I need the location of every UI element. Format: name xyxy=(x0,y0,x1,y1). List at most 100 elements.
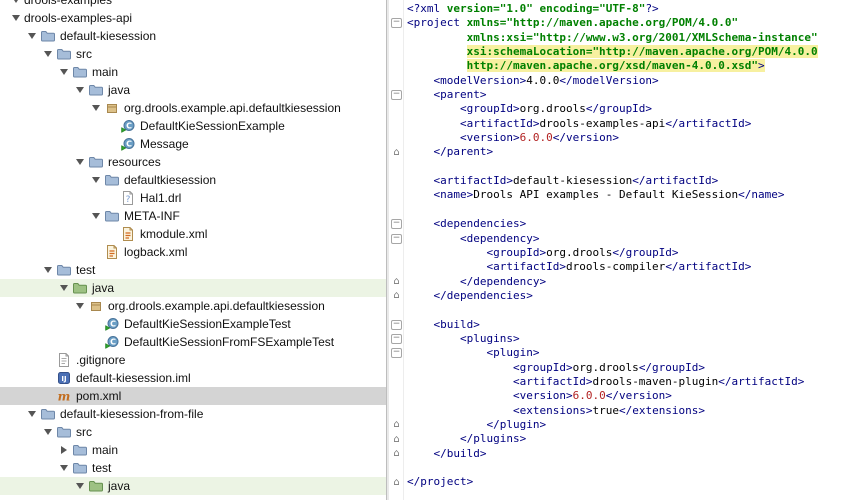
tree-row[interactable]: m pom.xml xyxy=(0,387,386,405)
chevron-down-icon[interactable] xyxy=(8,0,24,8)
code-segment: org.drools xyxy=(573,361,639,374)
tree-row[interactable]: CDefaultKieSessionExample xyxy=(0,117,386,135)
code-line: <extensions>true</extensions> xyxy=(407,404,818,418)
fold-close-icon[interactable]: ⌂ xyxy=(391,420,402,430)
code-line: </build> xyxy=(407,447,818,461)
tree-row[interactable]: META-INF xyxy=(0,207,386,225)
tree-row[interactable]: drools-examples xyxy=(0,0,386,9)
code-segment xyxy=(407,45,467,58)
fold-open-icon[interactable]: − xyxy=(391,90,402,100)
tree-row[interactable]: default-kiesession-from-file xyxy=(0,405,386,423)
tree-row[interactable]: CMessage xyxy=(0,135,386,153)
code-segment xyxy=(407,361,513,374)
code-segment: </groupId> xyxy=(612,246,678,259)
tree-row[interactable]: src xyxy=(0,45,386,63)
chevron-right-icon[interactable] xyxy=(56,442,72,458)
svg-text:IJ: IJ xyxy=(61,375,66,383)
code-segment: </project> xyxy=(407,475,473,488)
fold-open-icon[interactable]: − xyxy=(391,320,402,330)
code-segment: 4.0.0 xyxy=(526,74,559,87)
chevron-down-icon[interactable] xyxy=(72,478,88,494)
tree-row[interactable]: default-kiesession xyxy=(0,27,386,45)
svg-text:C: C xyxy=(126,122,132,131)
tree-row[interactable]: defaultkiesession xyxy=(0,171,386,189)
svg-text:?: ? xyxy=(126,195,131,205)
code-segment: xmlns:xsi="http://www.w3.org/2001/XMLSch… xyxy=(467,31,818,44)
tree-row[interactable]: drools-examples-api xyxy=(0,9,386,27)
fold-close-icon[interactable]: ⌂ xyxy=(391,277,402,287)
tree-row[interactable]: java xyxy=(0,477,386,495)
chevron-down-icon[interactable] xyxy=(72,82,88,98)
fold-open-icon[interactable]: − xyxy=(391,348,402,358)
tree-row[interactable]: kmodule.xml xyxy=(0,225,386,243)
tree-row[interactable]: logback.xml xyxy=(0,243,386,261)
tree-row[interactable]: test xyxy=(0,261,386,279)
code-line: <plugins> xyxy=(407,332,818,346)
tree-row[interactable]: org.drools.example.api.defaultkiesession xyxy=(0,99,386,117)
chevron-down-icon[interactable] xyxy=(88,208,104,224)
class-icon: C xyxy=(104,316,120,332)
chevron-placeholder xyxy=(40,352,56,368)
fold-open-icon[interactable]: − xyxy=(391,219,402,229)
chevron-down-icon[interactable] xyxy=(56,64,72,80)
chevron-down-icon[interactable] xyxy=(56,280,72,296)
maven-icon: m xyxy=(56,388,72,404)
chevron-down-icon[interactable] xyxy=(24,28,40,44)
tree-row[interactable]: java xyxy=(0,279,386,297)
fold-close-icon[interactable]: ⌂ xyxy=(391,478,402,488)
code-segment: xsi:schemaLocation="http://maven.apache.… xyxy=(467,45,818,58)
svg-text:C: C xyxy=(110,338,116,347)
code-segment: true xyxy=(592,404,619,417)
fold-open-icon[interactable]: − xyxy=(391,18,402,28)
tree-item-label: java xyxy=(108,83,136,97)
chevron-down-icon[interactable] xyxy=(72,298,88,314)
code-segment: <plugin> xyxy=(486,346,539,359)
project-tree-panel[interactable]: drools-examplesdrools-examples-apidefaul… xyxy=(0,0,386,500)
chevron-down-icon[interactable] xyxy=(72,154,88,170)
chevron-down-icon[interactable] xyxy=(40,262,56,278)
tree-row[interactable]: main xyxy=(0,441,386,459)
tree-row[interactable]: resources xyxy=(0,153,386,171)
xml-icon xyxy=(104,244,120,260)
fold-close-icon[interactable]: ⌂ xyxy=(391,148,402,158)
code-segment: </groupId> xyxy=(639,361,705,374)
code-line: <dependency> xyxy=(407,232,818,246)
chevron-down-icon[interactable] xyxy=(56,460,72,476)
tree-row[interactable]: IJdefault-kiesession.iml xyxy=(0,369,386,387)
tree-row[interactable]: test xyxy=(0,459,386,477)
tree-row[interactable]: src xyxy=(0,423,386,441)
folder-icon xyxy=(104,208,120,224)
chevron-down-icon[interactable] xyxy=(40,424,56,440)
fold-close-icon[interactable]: ⌂ xyxy=(391,449,402,459)
code-line: <artifactId>default-kiesession</artifact… xyxy=(407,174,818,188)
chevron-down-icon[interactable] xyxy=(24,406,40,422)
fold-open-icon[interactable]: − xyxy=(391,234,402,244)
code-segment: org.drools xyxy=(546,246,612,259)
fold-open-icon[interactable]: − xyxy=(391,334,402,344)
tree-item-label: .gitignore xyxy=(76,353,131,367)
folder-icon xyxy=(56,46,72,62)
tree-row[interactable]: .gitignore xyxy=(0,351,386,369)
tree-row[interactable]: CDefaultKieSessionExampleTest xyxy=(0,315,386,333)
tree-row[interactable]: CDefaultKieSessionFromFSExampleTest xyxy=(0,333,386,351)
chevron-down-icon[interactable] xyxy=(8,10,24,26)
tree-row[interactable]: ?Hal1.drl xyxy=(0,189,386,207)
chevron-down-icon[interactable] xyxy=(40,46,56,62)
tree-row[interactable]: org.drools.example.api.defaultkiesession xyxy=(0,297,386,315)
package-icon xyxy=(88,298,104,314)
chevron-placeholder xyxy=(104,136,120,152)
code-segment: <artifactId> xyxy=(434,174,513,187)
tree-row[interactable]: java xyxy=(0,81,386,99)
fold-close-icon[interactable]: ⌂ xyxy=(391,435,402,445)
code-segment: <project xyxy=(407,16,467,29)
folder-icon xyxy=(40,28,56,44)
code-line: <build> xyxy=(407,318,818,332)
tree-row[interactable]: main xyxy=(0,63,386,81)
chevron-down-icon[interactable] xyxy=(88,100,104,116)
code-editor[interactable]: <?xml version="1.0" encoding="UTF-8"?><p… xyxy=(407,2,818,490)
code-segment xyxy=(407,102,460,115)
fold-close-icon[interactable]: ⌂ xyxy=(391,291,402,301)
folder-icon xyxy=(72,442,88,458)
chevron-down-icon[interactable] xyxy=(88,172,104,188)
tree-item-label: pom.xml xyxy=(76,389,127,403)
